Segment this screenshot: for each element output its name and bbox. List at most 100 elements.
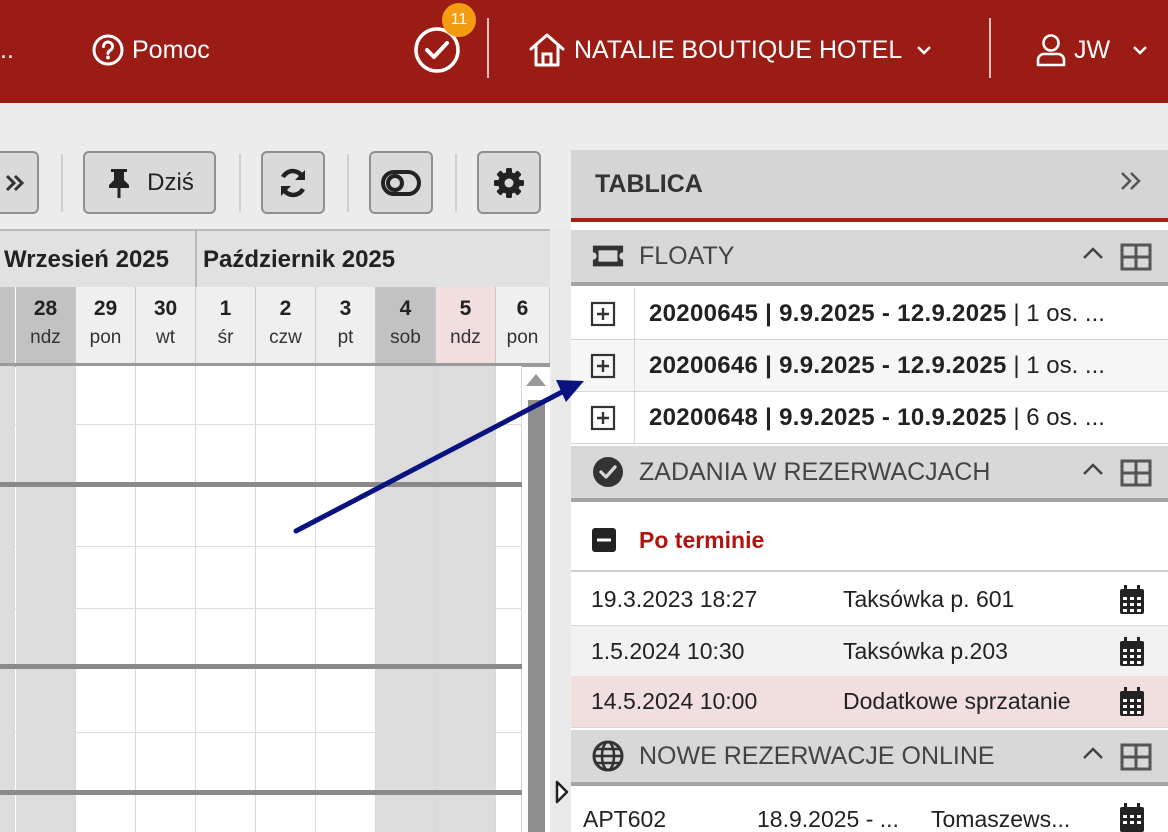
collapse-icon[interactable] (591, 527, 617, 553)
next-period-button[interactable] (0, 151, 39, 214)
refresh-icon (280, 168, 306, 197)
floats-title: FLOATY (639, 241, 735, 270)
float-guests: | 6 os. ... (1006, 403, 1105, 431)
day-number: 6 (516, 297, 529, 320)
calendar-icon[interactable] (1118, 686, 1146, 718)
toolbar-separator (239, 154, 241, 212)
floats-section-header[interactable]: FLOATY (571, 230, 1168, 286)
grid-view-icon[interactable] (1120, 243, 1152, 271)
day-name: ndz (30, 327, 61, 348)
day-header[interactable]: 28 ndz (16, 287, 76, 363)
grid-view-icon[interactable] (1120, 459, 1152, 487)
float-row[interactable]: 20200648 | 9.9.2025 - 10.9.2025 | 6 os. … (571, 391, 1168, 444)
float-id-dates: 20200645 | 9.9.2025 - 12.9.2025 (649, 299, 1007, 327)
panel-header: TABLICA (571, 150, 1168, 222)
chevron-down-icon (917, 46, 932, 55)
calendar-icon[interactable] (1118, 802, 1146, 832)
day-name: pon (506, 327, 539, 348)
user-icon (1036, 34, 1066, 67)
overflow-text: .. (0, 35, 14, 64)
hotel-selector[interactable]: NATALIE BOUTIQUE HOTEL (528, 0, 940, 100)
calendar-icon[interactable] (1118, 584, 1146, 616)
task-date: 1.5.2024 10:30 (591, 638, 745, 664)
month-label: Wrzesień 2025 (0, 231, 197, 289)
chevron-up-icon[interactable] (1082, 745, 1104, 761)
day-header[interactable]: 2 czw (256, 287, 316, 363)
task-name: Dodatkowe sprzatanie (843, 688, 1071, 714)
expand-icon[interactable] (571, 339, 635, 392)
help-button[interactable]: Pomoc (92, 0, 210, 100)
globe-icon (591, 740, 625, 772)
grid-row-line (0, 424, 522, 425)
top-separator (989, 18, 991, 78)
day-header-row: 28 ndz 29 pon 30 wt 1 śr 2 czw 3 pt 4 sob 5 ndz … (0, 287, 550, 363)
grid-column (76, 366, 136, 832)
check-circle-icon (591, 456, 625, 488)
day-header[interactable]: 5 ndz (436, 287, 496, 363)
hotel-name: NATALIE BOUTIQUE HOTEL (574, 35, 903, 64)
online-reservations-title: NOWE REZERWACJE ONLINE (639, 741, 995, 770)
day-name: sob (390, 327, 421, 348)
overdue-label: Po terminie (639, 526, 765, 553)
online-reservation-row[interactable]: APT602 18.9.2025 - ... Tomaszews... (571, 800, 1168, 832)
day-header[interactable]: 3 pt (316, 287, 376, 363)
reservation-guest: Tomaszews... (931, 806, 1071, 832)
grid-view-icon[interactable] (1120, 743, 1152, 771)
float-id-dates: 20200648 | 9.9.2025 - 10.9.2025 (649, 403, 1007, 431)
day-header[interactable]: 29 pon (76, 287, 136, 363)
day-number: 3 (339, 297, 352, 320)
settings-button[interactable] (477, 151, 541, 214)
panel-splitter[interactable] (552, 229, 570, 832)
grid-row-line (0, 608, 522, 609)
tasks-title: ZADANIA W REZERWACJACH (639, 457, 991, 486)
top-bar: .. Pomoc 11 NATALIE BOUTIQUE HOTEL JW (0, 0, 1168, 103)
caret-right-icon[interactable] (555, 780, 569, 804)
day-header[interactable]: 30 wt (136, 287, 196, 363)
float-row[interactable]: 20200646 | 9.9.2025 - 12.9.2025 | 1 os. … (571, 339, 1168, 392)
task-row[interactable]: 19.3.2023 18:27 Taksówka p. 601 (571, 574, 1168, 626)
day-number: 4 (399, 297, 412, 320)
user-menu[interactable]: JW (1036, 0, 1156, 100)
day-header[interactable]: 6 pon (496, 287, 550, 363)
panel-title: TABLICA (595, 170, 703, 198)
grid-column (316, 366, 376, 832)
task-date: 19.3.2023 18:27 (591, 586, 758, 612)
task-row[interactable]: 14.5.2024 10:00 Dodatkowe sprzatanie (571, 676, 1168, 728)
day-name: czw (269, 327, 302, 348)
task-row[interactable]: 1.5.2024 10:30 Taksówka p.203 (571, 626, 1168, 678)
month-header-row: Wrzesień 2025 Październik 2025 (0, 229, 550, 289)
double-chevron-right-icon[interactable] (1118, 168, 1144, 194)
reservation-grid[interactable] (0, 366, 522, 832)
reservation-room: APT602 (583, 806, 667, 832)
calendar-grid: Wrzesień 2025 Październik 2025 28 ndz 29 p… (0, 229, 550, 832)
day-number: 5 (459, 297, 472, 320)
scroll-up-arrow[interactable] (526, 374, 546, 386)
chevron-up-icon[interactable] (1082, 461, 1104, 477)
online-reservations-section-header[interactable]: NOWE REZERWACJE ONLINE (571, 730, 1168, 786)
help-label: Pomoc (132, 35, 210, 64)
toggle-icon (381, 169, 421, 196)
day-header[interactable]: 4 sob (376, 287, 436, 363)
help-icon (92, 34, 124, 66)
day-number: 1 (219, 297, 232, 320)
refresh-button[interactable] (261, 151, 325, 214)
float-guests: | 1 os. ... (1006, 299, 1105, 327)
tasks-section-header[interactable]: ZADANIA W REZERWACJACH (571, 446, 1168, 502)
expand-icon[interactable] (571, 287, 635, 340)
grid-column (16, 366, 76, 832)
day-header[interactable]: 1 śr (196, 287, 256, 363)
overdue-group-header[interactable]: Po terminie (571, 510, 1168, 572)
float-row[interactable]: 20200645 | 9.9.2025 - 12.9.2025 | 1 os. … (571, 287, 1168, 340)
toggle-view-button[interactable] (369, 151, 433, 214)
today-button[interactable]: Dziś (83, 151, 216, 214)
dashboard-panel: TABLICA FLOATY 20200645 | 9.9.2025 - 12.… (571, 150, 1168, 832)
reservation-dates: 18.9.2025 - ... (757, 806, 899, 832)
chevron-up-icon[interactable] (1082, 245, 1104, 261)
vertical-scrollbar[interactable] (528, 400, 545, 832)
double-chevron-right-icon (5, 174, 24, 191)
calendar-icon[interactable] (1118, 636, 1146, 668)
chevron-down-icon (1133, 46, 1147, 55)
top-bar-overflow[interactable]: .. (0, 0, 14, 100)
grid-group-line (0, 790, 522, 795)
expand-icon[interactable] (571, 391, 635, 444)
